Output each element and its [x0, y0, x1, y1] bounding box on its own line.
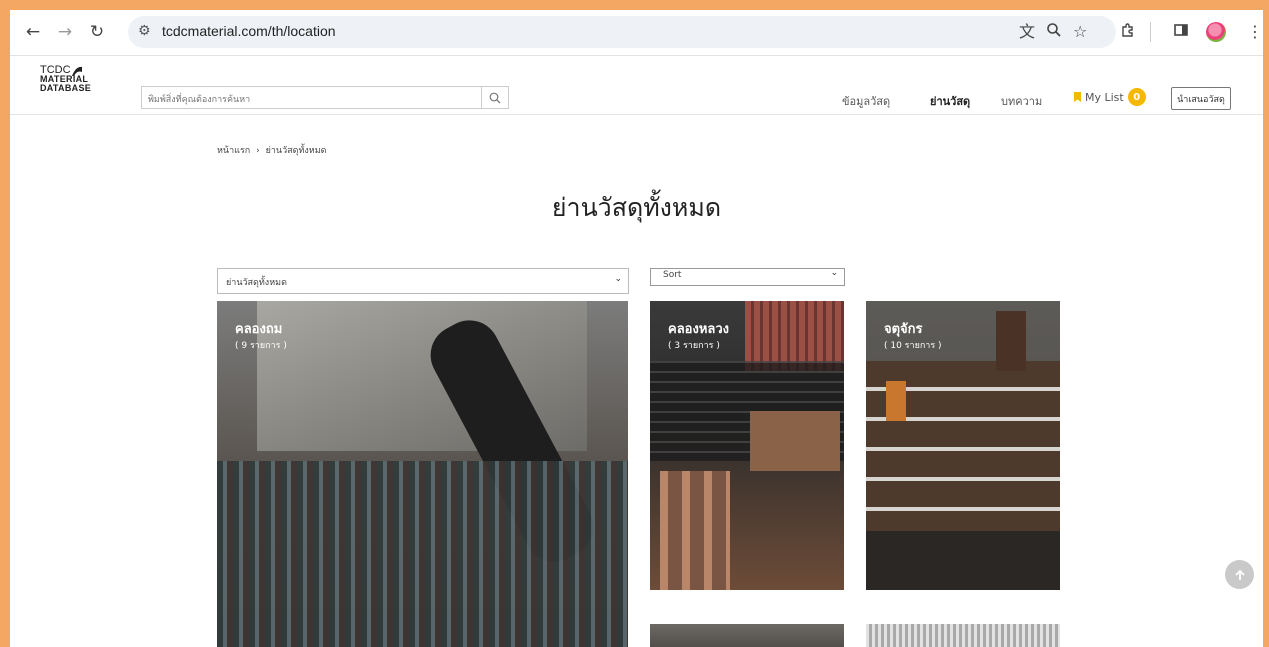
location-count: ( 9 รายการ ): [235, 341, 287, 351]
extensions-icon[interactable]: [1120, 22, 1136, 43]
sort-select[interactable]: Sort ⌄: [650, 268, 845, 286]
breadcrumb-separator: ›: [256, 146, 260, 156]
breadcrumb-home[interactable]: หน้าแรก: [217, 146, 250, 156]
location-filter-value: ย่านวัสดุทั้งหมด: [226, 278, 287, 288]
card-photo-table: [750, 411, 840, 471]
address-bar[interactable]: ⚙ tcdcmaterial.com/th/location: [128, 16, 1116, 48]
search-input[interactable]: [142, 90, 484, 110]
scroll-to-top-button[interactable]: [1225, 560, 1254, 589]
tcdc-logo[interactable]: TCDC MATERIAL DATABASE: [40, 65, 110, 106]
location-card[interactable]: [866, 624, 1060, 647]
card-photo-shelves: [217, 461, 628, 647]
card-photo-chair: [660, 471, 730, 590]
browser-toolbar: ← → ↻ ⚙ tcdcmaterial.com/th/location 文 ☆…: [10, 10, 1263, 56]
search-box: [141, 86, 509, 110]
submit-material-button[interactable]: นำเสนอวัสดุ: [1171, 87, 1231, 110]
reload-icon[interactable]: ↻: [86, 21, 108, 43]
breadcrumb-current: ย่านวัสดุทั้งหมด: [265, 146, 327, 156]
location-count: ( 3 รายการ ): [668, 341, 720, 351]
site-header: TCDC MATERIAL DATABASE ข้อมูลวัสดุ ย่านว…: [10, 56, 1263, 115]
location-name: จตุจักร: [884, 322, 923, 337]
search-button[interactable]: [481, 87, 508, 108]
location-name: คลองถม: [235, 322, 283, 337]
kebab-menu-icon[interactable]: ⋮: [1247, 22, 1263, 42]
my-list-button[interactable]: My List 0: [1074, 87, 1146, 107]
sort-value: Sort: [663, 270, 682, 280]
logo-text-database: DATABASE: [40, 83, 92, 93]
arrow-up-icon: [1234, 569, 1245, 580]
location-card[interactable]: [650, 624, 844, 647]
translate-icon[interactable]: 文: [1019, 22, 1035, 42]
forward-icon[interactable]: →: [54, 21, 76, 43]
zoom-icon[interactable]: [1046, 22, 1062, 43]
chevron-down-icon: ⌄: [614, 274, 622, 284]
site-settings-icon[interactable]: ⚙: [138, 23, 151, 39]
browser-window: ← → ↻ ⚙ tcdcmaterial.com/th/location 文 ☆…: [10, 10, 1263, 647]
location-count: ( 10 รายการ ): [884, 341, 942, 351]
breadcrumb: หน้าแรก › ย่านวัสดุทั้งหมด: [217, 143, 327, 157]
chevron-down-icon: ⌄: [830, 268, 838, 278]
location-card[interactable]: คลองถม ( 9 รายการ ): [217, 301, 628, 647]
card-photo-vase: [886, 381, 906, 421]
nav-item-articles[interactable]: บทความ: [1001, 92, 1042, 110]
page-title: ย่านวัสดุทั้งหมด: [551, 193, 722, 222]
profile-avatar[interactable]: [1206, 22, 1226, 42]
side-panel-icon[interactable]: [1173, 22, 1189, 43]
toolbar-divider: [1150, 22, 1151, 42]
bookmark-star-icon[interactable]: ☆: [1073, 22, 1087, 42]
bookmark-icon: [1074, 92, 1081, 102]
card-photo-bin: [996, 311, 1026, 371]
location-card[interactable]: จตุจักร ( 10 รายการ ): [866, 301, 1060, 590]
my-list-count-badge: 0: [1127, 88, 1146, 106]
nav-item-material-locations[interactable]: ย่านวัสดุ: [930, 92, 970, 110]
url-text[interactable]: tcdcmaterial.com/th/location: [162, 23, 336, 39]
nav-item-material-info[interactable]: ข้อมูลวัสดุ: [842, 92, 890, 110]
card-photo-floor: [866, 531, 1060, 590]
location-card[interactable]: คลองหลวง ( 3 รายการ ): [650, 301, 844, 590]
location-filter-select[interactable]: ย่านวัสดุทั้งหมด ⌄: [217, 268, 629, 294]
my-list-label: My List: [1085, 90, 1124, 104]
search-icon: [489, 92, 501, 103]
location-name: คลองหลวง: [668, 322, 730, 337]
logo-mark-icon: [72, 66, 82, 76]
back-icon[interactable]: ←: [22, 21, 44, 43]
